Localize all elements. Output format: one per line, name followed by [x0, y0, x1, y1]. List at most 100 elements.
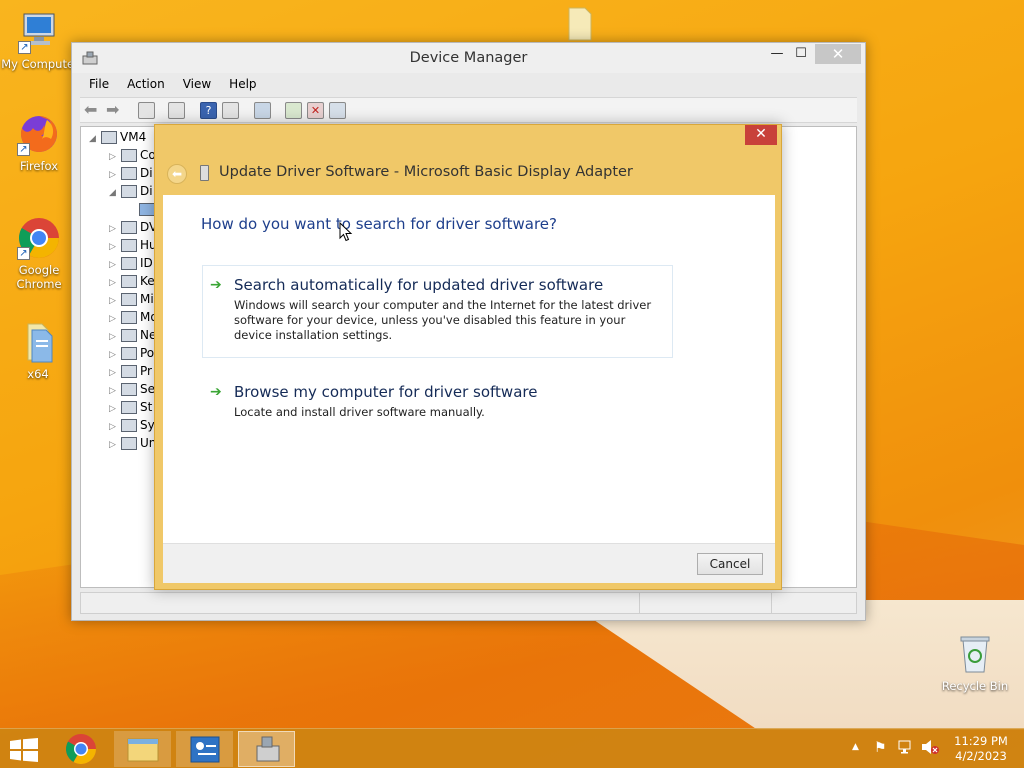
scan-hardware-icon[interactable] — [254, 102, 271, 119]
tree-node[interactable]: ▷ Un — [109, 434, 156, 452]
computer-icon — [101, 131, 117, 144]
tree-node[interactable]: ▷ Co — [109, 146, 156, 164]
security-device-icon — [121, 383, 137, 396]
tree-node-display-adapters[interactable]: ◢ Di — [109, 182, 153, 200]
action-pane-icon[interactable] — [222, 102, 239, 119]
tree-node[interactable]: ▷ Pr — [109, 362, 152, 380]
collapse-arrow-icon[interactable]: ◢ — [89, 130, 101, 148]
dialog-close-button[interactable]: ✕ — [745, 125, 777, 145]
tree-node-label: Mi — [140, 292, 154, 306]
taskbar-file-explorer-button[interactable] — [114, 731, 171, 767]
clock[interactable]: 11:29 PM 4/2/2023 — [948, 734, 1014, 764]
tree-root-node[interactable]: ◢ VM4 — [89, 128, 146, 146]
uninstall-device-icon[interactable]: ✕ — [307, 102, 324, 119]
tree-node[interactable]: ▷ Po — [109, 344, 154, 362]
shortcut-arrow-icon: ↗ — [17, 143, 30, 156]
tree-node[interactable]: ▷ Mo — [109, 308, 158, 326]
menu-action[interactable]: Action — [118, 74, 174, 94]
taskbar-control-panel-button[interactable] — [176, 731, 233, 767]
monitor-icon — [139, 203, 155, 216]
monitor-icon — [121, 185, 137, 198]
desktop-icon-x64[interactable]: x64 — [0, 320, 78, 381]
status-divider — [639, 593, 640, 613]
dialog-title: Update Driver Software - Microsoft Basic… — [219, 164, 633, 180]
tree-node-label: St — [140, 400, 153, 414]
disable-device-icon[interactable] — [329, 102, 346, 119]
device-icon — [121, 257, 137, 270]
chrome-icon: ↗ — [17, 216, 61, 260]
title-bar[interactable]: Device Manager — ☐ ✕ — [72, 43, 865, 73]
show-hide-console-tree-icon[interactable] — [138, 102, 155, 119]
computer-icon: ↗ — [18, 10, 62, 54]
tree-node[interactable]: ▷ Sy — [109, 416, 155, 434]
mouse-cursor-icon — [339, 221, 353, 245]
taskbar-chrome-button[interactable] — [53, 731, 110, 767]
tree-node[interactable]: ▷ DV — [109, 218, 157, 236]
menu-view[interactable]: View — [174, 74, 220, 94]
menu-help[interactable]: Help — [220, 74, 265, 94]
start-button[interactable] — [10, 738, 38, 762]
desktop-icon-label: x64 — [27, 367, 49, 381]
printer-icon — [121, 347, 137, 360]
tree-node-label: Pr — [140, 364, 152, 378]
tree-node-label: Se — [140, 382, 155, 396]
monitor-icon — [121, 311, 137, 324]
network-icon[interactable] — [898, 739, 914, 758]
cancel-button[interactable]: Cancel — [697, 553, 763, 575]
search-automatically-option[interactable]: ➔ Search automatically for updated drive… — [202, 265, 673, 358]
menu-file[interactable]: File — [80, 74, 118, 94]
recycle-bin-icon — [953, 632, 997, 676]
volume-muted-icon[interactable] — [921, 739, 939, 758]
expand-arrow-icon[interactable]: ▷ — [109, 436, 121, 454]
show-hidden-icons-button[interactable]: ▲ — [852, 742, 859, 752]
file-explorer-icon — [127, 738, 159, 762]
tree-node[interactable]: ▷ Se — [109, 380, 155, 398]
collapse-arrow-icon[interactable]: ◢ — [109, 184, 121, 202]
folder-icon[interactable] — [565, 6, 597, 42]
tree-node[interactable]: ▷ Ke — [109, 272, 155, 290]
green-arrow-icon: ➔ — [210, 277, 222, 293]
properties-icon[interactable] — [168, 102, 185, 119]
forward-arrow-icon[interactable]: ➡ — [106, 102, 119, 118]
option-title: Search automatically for updated driver … — [234, 276, 604, 294]
tree-node-label: Sy — [140, 418, 155, 432]
firefox-icon: ↗ — [17, 112, 61, 156]
desktop-icon-recycle-bin[interactable]: Recycle Bin — [935, 632, 1015, 693]
tree-node[interactable]: ▷ Mi — [109, 290, 154, 308]
toolbar: ⬅ ➡ ? ✕ — [80, 97, 857, 123]
option-description: Windows will search your computer and th… — [234, 298, 652, 342]
menu-bar: File Action View Help — [80, 74, 266, 94]
dialog-footer: Cancel — [163, 543, 775, 583]
desktop-icon-my-computer[interactable]: ↗ My Computer — [0, 10, 80, 71]
option-title: Browse my computer for driver software — [234, 383, 538, 401]
desktop-icon-label: My Computer — [1, 57, 79, 71]
help-icon[interactable]: ? — [200, 102, 217, 119]
update-driver-dialog: ✕ ⬅ Update Driver Software - Microsoft B… — [154, 124, 782, 590]
update-driver-icon[interactable] — [285, 102, 302, 119]
browse-computer-option[interactable]: ➔ Browse my computer for driver software… — [202, 372, 673, 432]
tree-node[interactable]: ▷ St — [109, 398, 152, 416]
action-center-flag-icon[interactable]: ⚑ — [874, 740, 887, 756]
clock-date: 4/2/2023 — [955, 749, 1007, 763]
desktop-icon-firefox[interactable]: ↗ Firefox — [0, 112, 79, 173]
tree-node-label: Po — [140, 346, 155, 360]
usb-device-icon — [200, 165, 209, 181]
taskbar-device-manager-button[interactable] — [238, 731, 295, 767]
close-button[interactable]: ✕ — [815, 44, 861, 64]
tree-node[interactable]: ▷ ID — [109, 254, 153, 272]
window-title: Device Manager — [409, 50, 528, 66]
maximize-button[interactable]: ☐ — [786, 44, 816, 64]
tree-node[interactable]: ▷ Hu — [109, 236, 157, 254]
shortcut-arrow-icon: ↗ — [17, 247, 30, 260]
status-divider — [771, 593, 772, 613]
tree-node-label: Ke — [140, 274, 155, 288]
tree-node-label: Di — [140, 184, 153, 198]
dialog-body: How do you want to search for driver sof… — [163, 195, 775, 543]
back-arrow-icon[interactable]: ⬅ — [84, 102, 97, 118]
back-button[interactable]: ⬅ — [167, 164, 187, 184]
tree-node[interactable]: ▷ Di — [109, 164, 153, 182]
dialog-header: ⬅ Update Driver Software - Microsoft Bas… — [155, 159, 783, 189]
tree-node[interactable]: ▷ Ne — [109, 326, 156, 344]
desktop-icon-chrome[interactable]: ↗ Google Chrome — [0, 216, 79, 291]
green-arrow-icon: ➔ — [210, 384, 222, 400]
